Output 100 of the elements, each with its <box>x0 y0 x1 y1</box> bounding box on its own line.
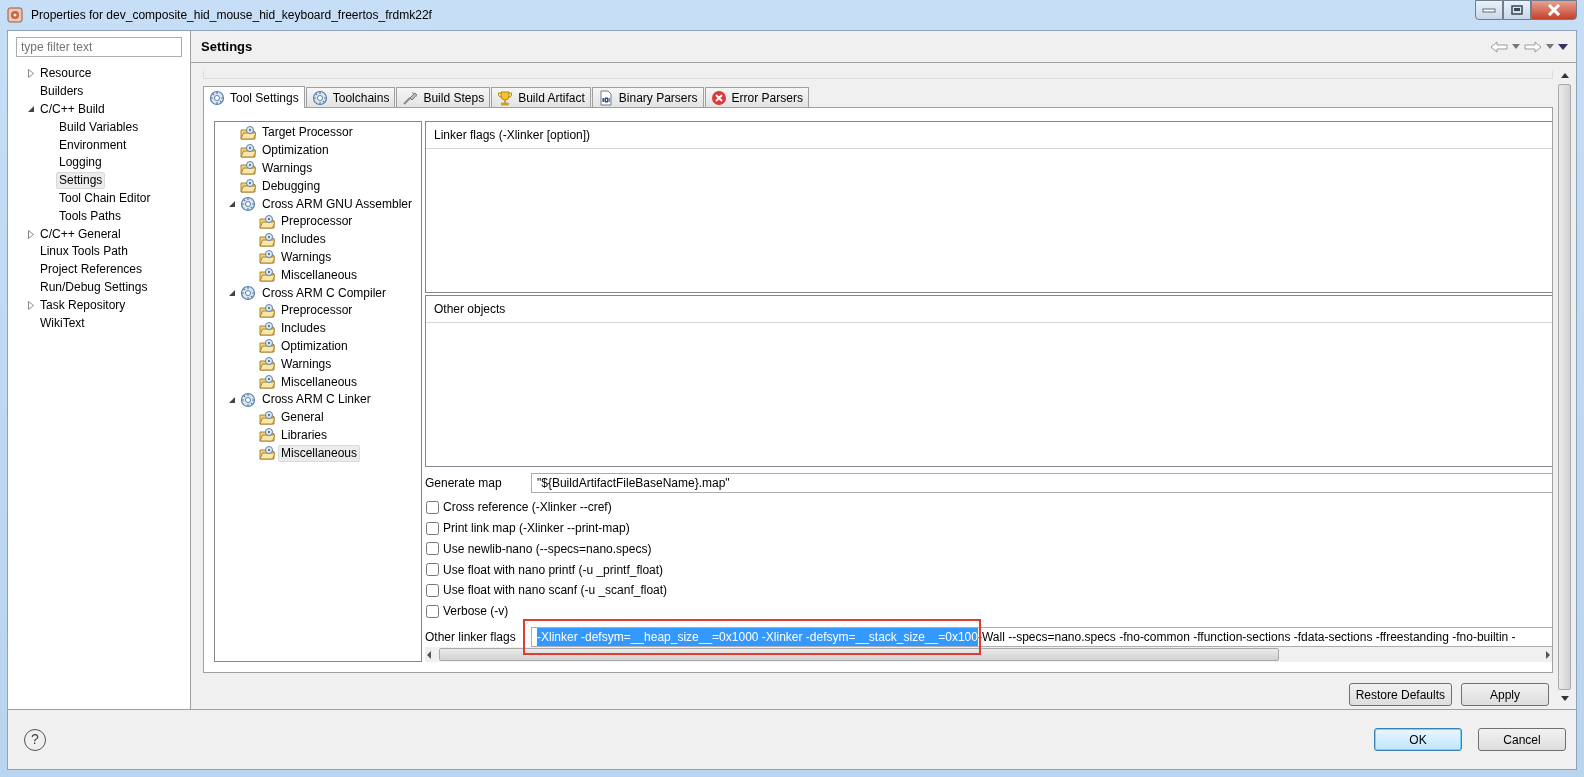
forward-arrow-icon <box>1524 40 1542 53</box>
field-label: Generate map <box>425 475 503 493</box>
tree-item[interactable]: Cross ARM GNU Assembler <box>259 195 416 213</box>
error-icon <box>710 89 727 106</box>
checkbox-label: Print link map (-Xlinker --print-map) <box>443 520 630 537</box>
cancel-button[interactable]: Cancel <box>1478 728 1566 751</box>
dropdown-icon <box>1546 44 1554 49</box>
ok-button[interactable]: OK <box>1374 728 1462 751</box>
window-title: Properties for dev_composite_hid_mouse_hid_keyboard_freertos_frdmk22f <box>31 7 432 24</box>
button[interactable]: Restore Defaults <box>1348 683 1452 706</box>
tab[interactable]: Error Parsers <box>704 87 809 107</box>
nav-item[interactable]: Build Variables <box>56 118 142 136</box>
nav-item[interactable]: Task Repository <box>37 296 129 314</box>
nav-item[interactable]: WikiText <box>37 314 88 332</box>
tree-item[interactable]: General <box>278 409 327 427</box>
tree-item[interactable]: Miscellaneous <box>278 444 361 462</box>
nav-item[interactable]: Run/Debug Settings <box>37 278 151 296</box>
nav-item[interactable]: C/C++ Build <box>37 101 108 118</box>
folder-gear-icon <box>259 320 275 337</box>
nav-item[interactable]: Project References <box>37 261 146 279</box>
folder-gear-icon <box>240 178 256 195</box>
nav-item[interactable]: Resource <box>37 65 95 83</box>
checkbox-label: Cross reference (-Xlinker --cref) <box>443 499 612 517</box>
checkbox[interactable] <box>426 604 439 618</box>
gear-icon <box>209 89 225 106</box>
nav-item[interactable]: C/C++ General <box>37 225 124 243</box>
horizontal-scrollbar[interactable] <box>425 647 1552 663</box>
tree-item[interactable]: Miscellaneous <box>278 373 361 391</box>
button[interactable]: Apply <box>1461 683 1549 706</box>
view-menu-icon <box>1558 43 1568 50</box>
tree-item[interactable]: Optimization <box>278 337 351 355</box>
nav-item[interactable]: Logging <box>56 154 105 172</box>
close-button[interactable] <box>1531 0 1577 20</box>
filter-field[interactable]: type filter text <box>16 37 182 57</box>
tab[interactable]: Binary Parsers <box>591 87 704 107</box>
app-icon <box>7 7 23 23</box>
checkbox[interactable] <box>426 500 439 514</box>
folder-gear-icon <box>259 249 275 266</box>
brush-icon <box>402 89 419 106</box>
folder-gear-icon <box>259 445 275 462</box>
tree-item[interactable]: Optimization <box>259 142 332 160</box>
folder-gear-icon <box>259 338 275 355</box>
checkbox-label: Use newlib-nano (--specs=nano.specs) <box>443 540 652 558</box>
scroll-right-icon <box>1544 649 1552 660</box>
tab[interactable]: Build Steps <box>396 87 491 107</box>
checkbox[interactable] <box>426 542 439 556</box>
list-header: Linker flags (-Xlinker [option]) <box>434 127 591 144</box>
tree-item[interactable]: Includes <box>278 320 329 338</box>
nav-item[interactable]: Environment <box>56 136 130 154</box>
tree-item[interactable]: Preprocessor <box>278 302 356 320</box>
text-field[interactable]: "${BuildArtifactFileBaseName}.map" <box>531 473 1552 494</box>
checkbox[interactable] <box>426 563 439 577</box>
gear-icon <box>240 285 256 302</box>
tree-item[interactable]: Warnings <box>278 355 335 373</box>
dropdown-icon <box>1512 44 1520 49</box>
nav-item[interactable]: Tool Chain Editor <box>56 189 154 207</box>
scroll-up-icon <box>1560 73 1569 78</box>
folder-gear-icon <box>240 142 256 159</box>
folder-gear-icon <box>240 160 256 177</box>
maximize-icon <box>1511 5 1523 15</box>
tree-item[interactable]: Warnings <box>259 160 316 177</box>
folder-gear-icon <box>259 213 275 230</box>
nav-item[interactable]: Linux Tools Path <box>37 243 131 261</box>
list-header: Other objects <box>434 301 506 319</box>
field-label: Other linker flags <box>425 628 517 646</box>
tree-item[interactable]: Cross ARM C Compiler <box>259 284 390 302</box>
nav-item[interactable]: Tools Paths <box>56 207 125 225</box>
gear-icon <box>240 196 256 213</box>
scroll-down-icon <box>1560 696 1569 701</box>
checkbox[interactable] <box>426 583 439 597</box>
tab[interactable]: Tool Settings <box>203 86 305 108</box>
maximize-button[interactable] <box>1503 0 1531 20</box>
folder-gear-icon <box>259 409 275 426</box>
tab[interactable]: Toolchains <box>305 87 396 107</box>
close-icon <box>1547 4 1561 16</box>
trophy-icon <box>497 89 514 106</box>
tree-item[interactable]: Preprocessor <box>278 213 356 231</box>
tree-item[interactable]: Target Processor <box>259 124 356 142</box>
nav-item[interactable]: Builders <box>37 83 87 101</box>
minimize-icon <box>1482 7 1496 13</box>
gear-icon <box>311 89 328 106</box>
folder-gear-icon <box>259 356 275 373</box>
scroll-left-icon <box>425 649 433 660</box>
tree-item[interactable]: Cross ARM C Linker <box>259 391 374 409</box>
back-arrow-icon <box>1490 40 1508 53</box>
tree-item[interactable]: Miscellaneous <box>278 266 361 284</box>
minimize-button[interactable] <box>1475 0 1503 20</box>
folder-gear-icon <box>259 231 275 248</box>
folder-gear-icon <box>259 302 275 319</box>
tree-item[interactable]: Warnings <box>278 248 335 266</box>
tree-item[interactable]: Debugging <box>259 177 324 195</box>
tree-item[interactable]: Libraries <box>278 426 331 444</box>
checkbox-label: Use float with nano scanf (-u _scanf_float) <box>443 582 668 600</box>
folder-gear-icon <box>259 374 275 391</box>
folder-gear-icon <box>259 427 275 444</box>
tab[interactable]: Build Artifact <box>491 87 591 107</box>
nav-item[interactable]: Settings <box>56 172 106 190</box>
checkbox[interactable] <box>426 521 439 535</box>
checkbox-label: Use float with nano printf (-u _printf_float) <box>443 561 664 579</box>
tree-item[interactable]: Includes <box>278 231 329 249</box>
